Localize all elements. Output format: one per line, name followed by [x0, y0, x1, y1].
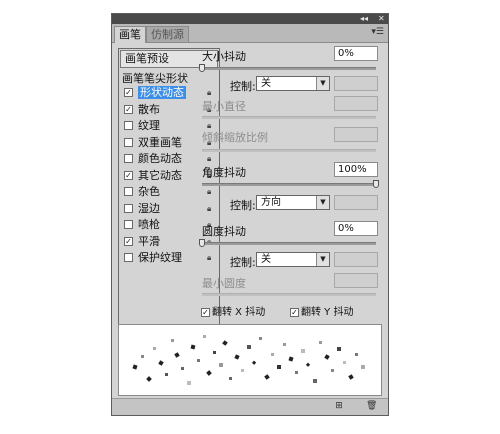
slider-thumb[interactable]	[199, 239, 205, 247]
lock-icon[interactable]: 🔒︎	[207, 88, 216, 97]
roundness-jitter-label: 圆度抖动	[202, 225, 246, 238]
lock-icon[interactable]: 🔒︎	[207, 204, 216, 213]
min-diameter-label: 最小直径	[202, 100, 246, 113]
tilt-scale-field	[334, 127, 378, 142]
angle-jitter-label: 角度抖动	[202, 166, 246, 179]
lock-icon[interactable]: 🔒︎	[207, 253, 216, 262]
chevron-down-icon: ▼	[316, 196, 329, 209]
min-roundness-label: 最小圆度	[202, 277, 246, 290]
new-brush-icon[interactable]: ⊞	[334, 401, 344, 411]
lock-icon[interactable]: 🔒︎	[207, 187, 216, 196]
tab-row: 画笔 仿制源 ▾☰	[112, 24, 388, 43]
collapse-icon[interactable]: ◂◂	[360, 14, 368, 24]
control-field	[334, 252, 378, 267]
trash-icon[interactable]: 🗑︎	[366, 401, 377, 411]
min-roundness-field	[334, 273, 378, 288]
tilt-scale-slider	[202, 149, 376, 152]
control-field	[334, 76, 378, 91]
list-item-protect-texture[interactable]: 保护纹理 🔒︎	[120, 250, 218, 267]
size-jitter-slider[interactable]	[199, 64, 376, 72]
checkbox[interactable]: ✓	[124, 88, 133, 97]
checkbox[interactable]: ✓	[124, 104, 133, 114]
control-select[interactable]: 关 ▼	[256, 252, 330, 267]
checkbox[interactable]	[124, 121, 133, 130]
control-field	[334, 195, 378, 210]
roundness-jitter-slider[interactable]	[199, 239, 376, 247]
roundness-jitter-field[interactable]: 0%	[334, 221, 378, 236]
list-item-wet-edges[interactable]: 湿边 🔒︎	[120, 201, 218, 218]
brush-tip-shape-item[interactable]: 画笔笔尖形状	[122, 70, 188, 86]
min-diameter-field	[334, 96, 378, 111]
control-label: 控制:	[230, 256, 256, 269]
angle-jitter-field[interactable]: 100%	[334, 162, 378, 177]
checkbox[interactable]: ✓	[124, 236, 133, 246]
flip-y-checkbox[interactable]: ✓ 翻转 Y 抖动	[290, 303, 353, 318]
control-select[interactable]: 关 ▼	[256, 76, 330, 91]
size-jitter-field[interactable]: 0%	[334, 46, 378, 61]
panel-menu-icon[interactable]: ▾☰	[371, 27, 384, 37]
tab-clone-source[interactable]: 仿制源	[146, 26, 189, 42]
list-item-noise[interactable]: 杂色 🔒︎	[120, 184, 218, 201]
flip-x-checkbox[interactable]: ✓ 翻转 X 抖动	[201, 303, 265, 318]
panel-titlebar: ◂◂ ✕	[112, 14, 388, 24]
checkbox[interactable]	[124, 187, 133, 196]
control-label: 控制:	[230, 80, 256, 93]
close-icon[interactable]: ✕	[378, 14, 385, 24]
chevron-down-icon: ▼	[316, 77, 329, 90]
tilt-scale-label: 倾斜缩放比例	[202, 131, 268, 144]
checkbox[interactable]: ✓	[124, 170, 133, 180]
checkbox[interactable]	[124, 253, 133, 262]
checkbox[interactable]	[124, 203, 133, 213]
checkbox[interactable]	[124, 137, 133, 147]
brush-panel: ◂◂ ✕ 画笔 仿制源 ▾☰ 画笔预设 画笔笔尖形状 ✓ 形状动态 🔒︎ ✓ 散布 🔒︎…	[111, 13, 389, 416]
size-jitter-label: 大小抖动	[202, 50, 246, 63]
checkbox[interactable]	[124, 220, 133, 229]
control-select[interactable]: 方向 ▼	[256, 195, 330, 210]
panel-bottom-bar: ⊞ 🗑︎	[112, 398, 388, 415]
slider-thumb[interactable]	[373, 180, 379, 188]
tab-brush[interactable]: 画笔	[114, 26, 146, 43]
angle-jitter-slider[interactable]	[202, 180, 379, 188]
checkbox[interactable]	[124, 154, 133, 163]
chevron-down-icon: ▼	[316, 253, 329, 266]
stroke-preview-graphic	[132, 335, 365, 385]
control-label: 控制:	[230, 199, 256, 212]
brush-stroke-preview	[118, 324, 382, 396]
min-diameter-slider	[202, 116, 376, 119]
slider-thumb[interactable]	[199, 64, 205, 72]
min-roundness-slider	[202, 293, 376, 296]
lock-icon[interactable]: 🔒︎	[207, 154, 216, 163]
